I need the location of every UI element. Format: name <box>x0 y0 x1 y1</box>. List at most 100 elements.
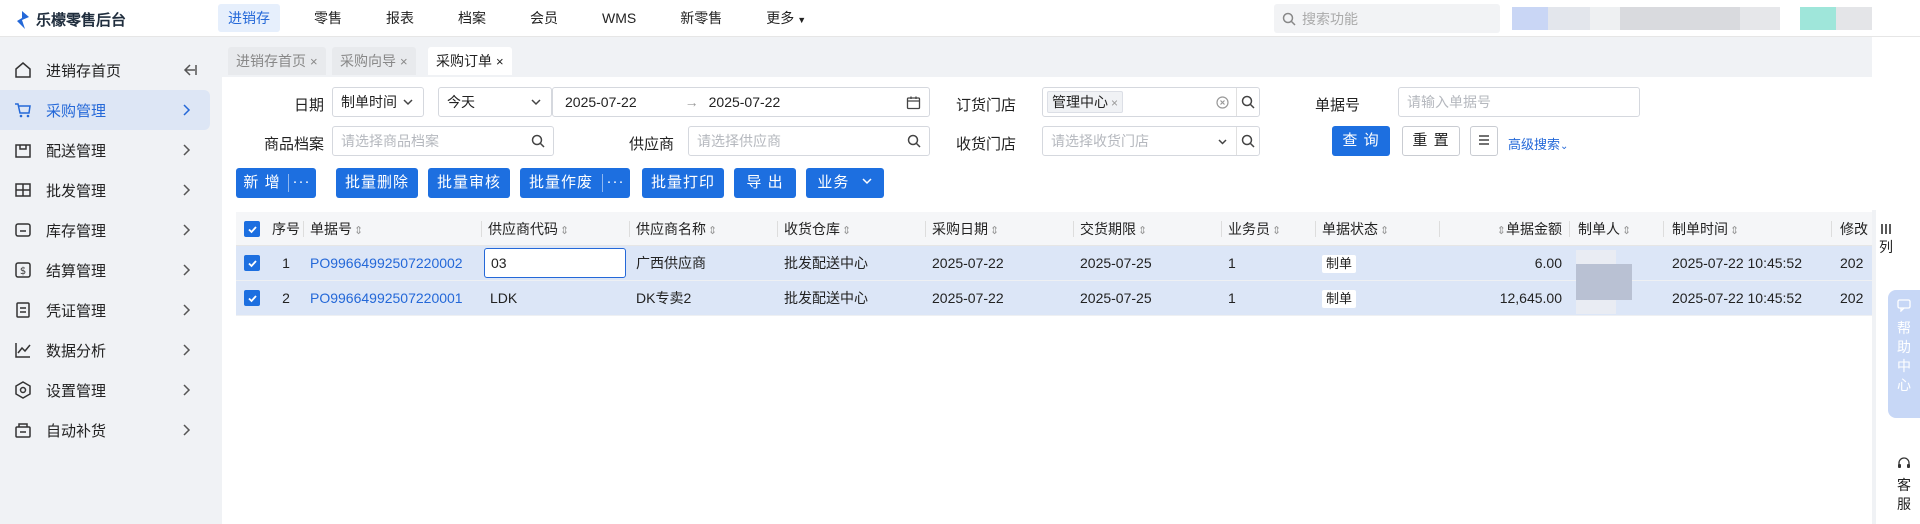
add-button-group[interactable]: 新 增 ··· <box>236 168 316 198</box>
sidebar-item-inventory[interactable]: 库存管理 <box>0 210 210 250</box>
row-checkbox[interactable] <box>244 290 260 306</box>
col-amount[interactable]: ⇕单据金额 <box>1440 212 1570 246</box>
close-icon[interactable]: × <box>310 54 318 69</box>
sort-icon[interactable]: ⇕ <box>560 225 569 237</box>
more-icon[interactable]: ··· <box>288 174 314 193</box>
sidebar-item-settings[interactable]: 设置管理 <box>0 370 210 410</box>
selected-store-chip[interactable]: 管理中心 × <box>1047 91 1124 113</box>
supplier-code-edit-input[interactable]: 03 <box>484 248 626 278</box>
sidebar-item-wholesale[interactable]: 批发管理 <box>0 170 210 210</box>
more-icon[interactable]: ··· <box>602 174 628 193</box>
app-logo[interactable]: 乐檬零售后台 <box>14 9 126 30</box>
filter-settings-button[interactable] <box>1470 126 1498 156</box>
clear-icon[interactable] <box>1216 96 1229 109</box>
order-no-link[interactable]: PO99664992507220002 <box>304 246 482 281</box>
batch-print-button[interactable]: 批量打印 <box>642 168 724 198</box>
product-select[interactable]: 请选择商品档案 <box>332 126 554 156</box>
reset-button[interactable]: 重 置 <box>1402 126 1460 156</box>
sort-icon[interactable]: ⇕ <box>708 225 717 237</box>
date-range-picker[interactable]: 2025-07-22 → 2025-07-22 <box>552 87 930 117</box>
order-no-input[interactable]: 请输入单据号 <box>1398 87 1640 117</box>
cell-salesman: 1 <box>1228 255 1236 271</box>
function-search-input[interactable]: 搜索功能 <box>1274 4 1500 33</box>
date-end-value[interactable]: 2025-07-22 <box>709 94 781 110</box>
help-center-tab[interactable]: 帮助中心 <box>1888 290 1920 418</box>
col-delivery-date[interactable]: 交货期限 ⇕ <box>1074 212 1222 246</box>
col-warehouse[interactable]: 收货仓库 ⇕ <box>778 212 926 246</box>
chevron-right-icon <box>183 104 191 116</box>
col-salesman[interactable]: 业务员 ⇕ <box>1222 212 1316 246</box>
nav-item-retail[interactable]: 零售 <box>304 4 352 32</box>
tab-inventory-home[interactable]: 进销存首页 × <box>228 47 326 75</box>
nav-item-wms[interactable]: WMS <box>592 4 646 32</box>
date-type-select[interactable]: 制单时间 <box>332 87 424 117</box>
sidebar-item-inventory-home[interactable]: 进销存首页 <box>0 50 210 90</box>
search-icon[interactable] <box>907 134 921 148</box>
nav-item-new-retail[interactable]: 新零售 <box>670 4 732 32</box>
recv-store-select[interactable]: 请选择收货门店 <box>1042 126 1260 156</box>
nav-label: 报表 <box>386 10 414 26</box>
col-creator[interactable]: 制单人 ⇕ <box>1570 212 1664 246</box>
sort-icon[interactable]: ⇕ <box>1622 225 1631 237</box>
close-icon[interactable]: × <box>496 54 504 69</box>
col-purchase-date[interactable]: 采购日期 ⇕ <box>926 212 1074 246</box>
chip-label: 管理中心 <box>1052 94 1108 110</box>
product-label: 商品档案 <box>263 136 324 153</box>
nav-item-reports[interactable]: 报表 <box>376 4 424 32</box>
date-start-value[interactable]: 2025-07-22 <box>565 94 637 110</box>
supplier-select[interactable]: 请选择供应商 <box>688 126 930 156</box>
export-button[interactable]: 导 出 <box>734 168 796 198</box>
business-dropdown-button[interactable]: 业务 <box>806 168 884 198</box>
sort-icon[interactable]: ⇕ <box>1138 225 1147 237</box>
close-icon[interactable]: × <box>1111 96 1118 110</box>
col-status[interactable]: 单据状态 ⇕ <box>1316 212 1440 246</box>
nav-item-members[interactable]: 会员 <box>520 4 568 32</box>
sort-icon[interactable]: ⇕ <box>1497 225 1506 237</box>
nav-item-more[interactable]: 更多 ▼ <box>756 4 816 32</box>
batch-void-button[interactable]: 批量作废 <box>520 168 602 198</box>
order-no-link[interactable]: PO99664992507220001 <box>304 281 482 316</box>
sidebar-item-purchase[interactable]: 采购管理 <box>0 90 210 130</box>
sort-icon[interactable]: ⇕ <box>1730 225 1739 237</box>
sort-icon[interactable]: ⇕ <box>1272 225 1281 237</box>
query-button[interactable]: 查 询 <box>1332 126 1390 156</box>
column-settings-button[interactable]: 列 <box>1874 222 1898 256</box>
sort-icon[interactable]: ⇕ <box>1380 225 1389 237</box>
sidebar-item-voucher[interactable]: 凭证管理 <box>0 290 210 330</box>
customer-service-button[interactable]: 客服 <box>1888 455 1920 514</box>
col-order-no[interactable]: 单据号 ⇕ <box>304 212 482 246</box>
batch-void-button-group[interactable]: 批量作废 ··· <box>520 168 630 198</box>
date-range-select[interactable]: 今天 <box>438 87 552 117</box>
sort-icon[interactable]: ⇕ <box>842 225 851 237</box>
list-settings-icon <box>1479 135 1489 145</box>
collapse-sidebar-icon[interactable] <box>182 62 198 78</box>
batch-review-button[interactable]: 批量审核 <box>428 168 510 198</box>
order-store-select[interactable]: 管理中心 × <box>1042 87 1260 117</box>
close-icon[interactable]: × <box>400 54 408 69</box>
cell-warehouse: 批发配送中心 <box>784 290 868 306</box>
sort-icon[interactable]: ⇕ <box>990 225 999 237</box>
sidebar-item-delivery[interactable]: 配送管理 <box>0 130 210 170</box>
col-modified[interactable]: 修改 <box>1832 212 1872 246</box>
tab-purchase-order[interactable]: 采购订单 × <box>428 47 512 75</box>
sidebar-item-auto-replenish[interactable]: 自动补货 <box>0 410 210 450</box>
tab-purchase-wizard[interactable]: 采购向导 × <box>332 47 416 75</box>
nav-item-archives[interactable]: 档案 <box>448 4 496 32</box>
sort-icon[interactable]: ⇕ <box>354 225 363 237</box>
select-all-checkbox[interactable] <box>244 221 260 237</box>
search-icon[interactable] <box>1241 95 1255 109</box>
col-created-at[interactable]: 制单时间 ⇕ <box>1664 212 1832 246</box>
sidebar-item-analytics[interactable]: 数据分析 <box>0 330 210 370</box>
scrollbar-track[interactable] <box>1872 210 1876 524</box>
nav-item-inventory[interactable]: 进销存 <box>218 4 280 32</box>
user-info[interactable] <box>1512 7 1872 30</box>
col-supplier-name[interactable]: 供应商名称 ⇕ <box>630 212 778 246</box>
col-supplier-code[interactable]: 供应商代码 ⇕ <box>482 212 630 246</box>
search-icon[interactable] <box>531 134 545 148</box>
search-icon[interactable] <box>1241 134 1255 148</box>
row-checkbox[interactable] <box>244 255 260 271</box>
sidebar-item-settlement[interactable]: $ 结算管理 <box>0 250 210 290</box>
advanced-search-link[interactable]: 高级搜索⌄ <box>1508 134 1568 153</box>
add-button[interactable]: 新 增 <box>236 168 288 198</box>
batch-delete-button[interactable]: 批量删除 <box>336 168 418 198</box>
